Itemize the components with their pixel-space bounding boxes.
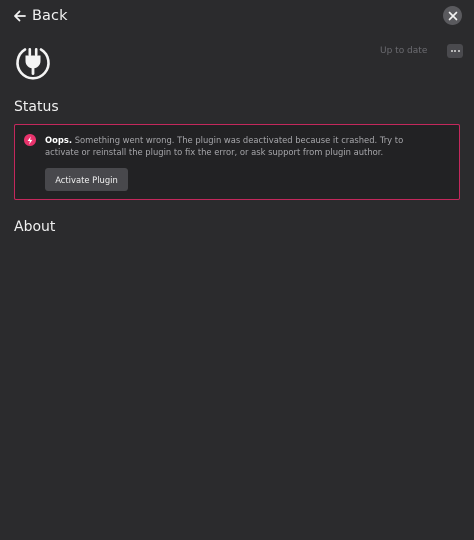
- about-heading: About: [14, 219, 56, 235]
- arrow-left-icon: [13, 10, 26, 22]
- back-button[interactable]: Back: [13, 6, 68, 26]
- error-callout: Oops. Something went wrong. The plugin w…: [14, 124, 460, 200]
- error-text: Something went wrong. The plugin was dea…: [45, 135, 404, 157]
- more-dot: [457, 50, 460, 52]
- plugin-details-page: Back Up to date Status Oops. Something w…: [0, 0, 474, 540]
- back-label: Back: [32, 8, 68, 24]
- activate-plugin-button[interactable]: Activate Plugin: [45, 168, 128, 191]
- error-message: Oops. Something went wrong. The plugin w…: [45, 134, 435, 158]
- more-horizontal-icon: [450, 50, 453, 52]
- update-status-text: Up to date: [380, 46, 428, 56]
- status-heading: Status: [14, 99, 59, 115]
- lightning-bolt-icon: [24, 134, 36, 146]
- plug-icon: [14, 44, 52, 82]
- close-button[interactable]: [443, 6, 462, 25]
- error-title: Oops.: [45, 135, 73, 145]
- close-icon: [448, 6, 458, 25]
- more-dot: [454, 50, 456, 52]
- more-options-button[interactable]: [447, 44, 463, 58]
